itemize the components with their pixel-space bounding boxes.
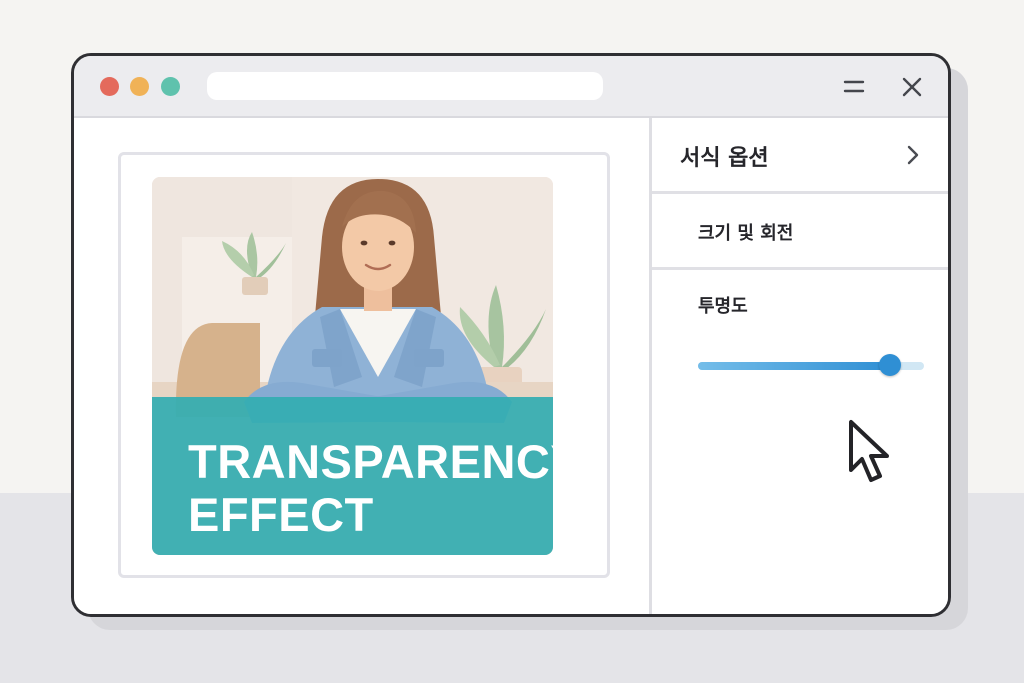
size-and-rotation-section[interactable]: 크기 및 회전: [652, 194, 948, 270]
title-bar: [74, 56, 948, 118]
close-traffic-light[interactable]: [100, 77, 119, 96]
app-window: TRANSPARENCY EFFECT 서식 옵션 크기 및 회전 투명도: [71, 53, 951, 617]
opacity-slider-fill: [698, 362, 891, 370]
panel-title: 서식 옵션: [680, 146, 769, 171]
woman-in-denim-jacket-photo[interactable]: TRANSPARENCY EFFECT: [152, 177, 553, 555]
document-canvas-area: TRANSPARENCY EFFECT: [74, 118, 649, 614]
address-bar[interactable]: [207, 72, 603, 100]
format-options-panel: 서식 옵션 크기 및 회전 투명도: [652, 118, 948, 614]
overlay-line-2: EFFECT: [188, 488, 374, 541]
opacity-slider-thumb[interactable]: [879, 354, 902, 376]
opacity-label: 투명도: [698, 296, 748, 317]
zoom-traffic-light[interactable]: [161, 77, 180, 96]
minimize-icon[interactable]: [839, 72, 869, 102]
chevron-right-icon[interactable]: [906, 144, 920, 166]
transparency-overlay[interactable]: TRANSPARENCY EFFECT: [152, 397, 553, 555]
mouse-pointer-icon: [849, 420, 889, 482]
close-icon[interactable]: [897, 72, 927, 102]
canvas-frame: TRANSPARENCY EFFECT: [118, 152, 610, 578]
format-options-header[interactable]: 서식 옵션: [652, 118, 948, 194]
overlay-line-1: TRANSPARENCY: [188, 435, 553, 488]
minimize-traffic-light[interactable]: [130, 77, 149, 96]
opacity-slider[interactable]: [698, 354, 924, 378]
overlay-heading: TRANSPARENCY EFFECT: [188, 435, 553, 541]
size-and-rotation-label: 크기 및 회전: [698, 223, 794, 244]
